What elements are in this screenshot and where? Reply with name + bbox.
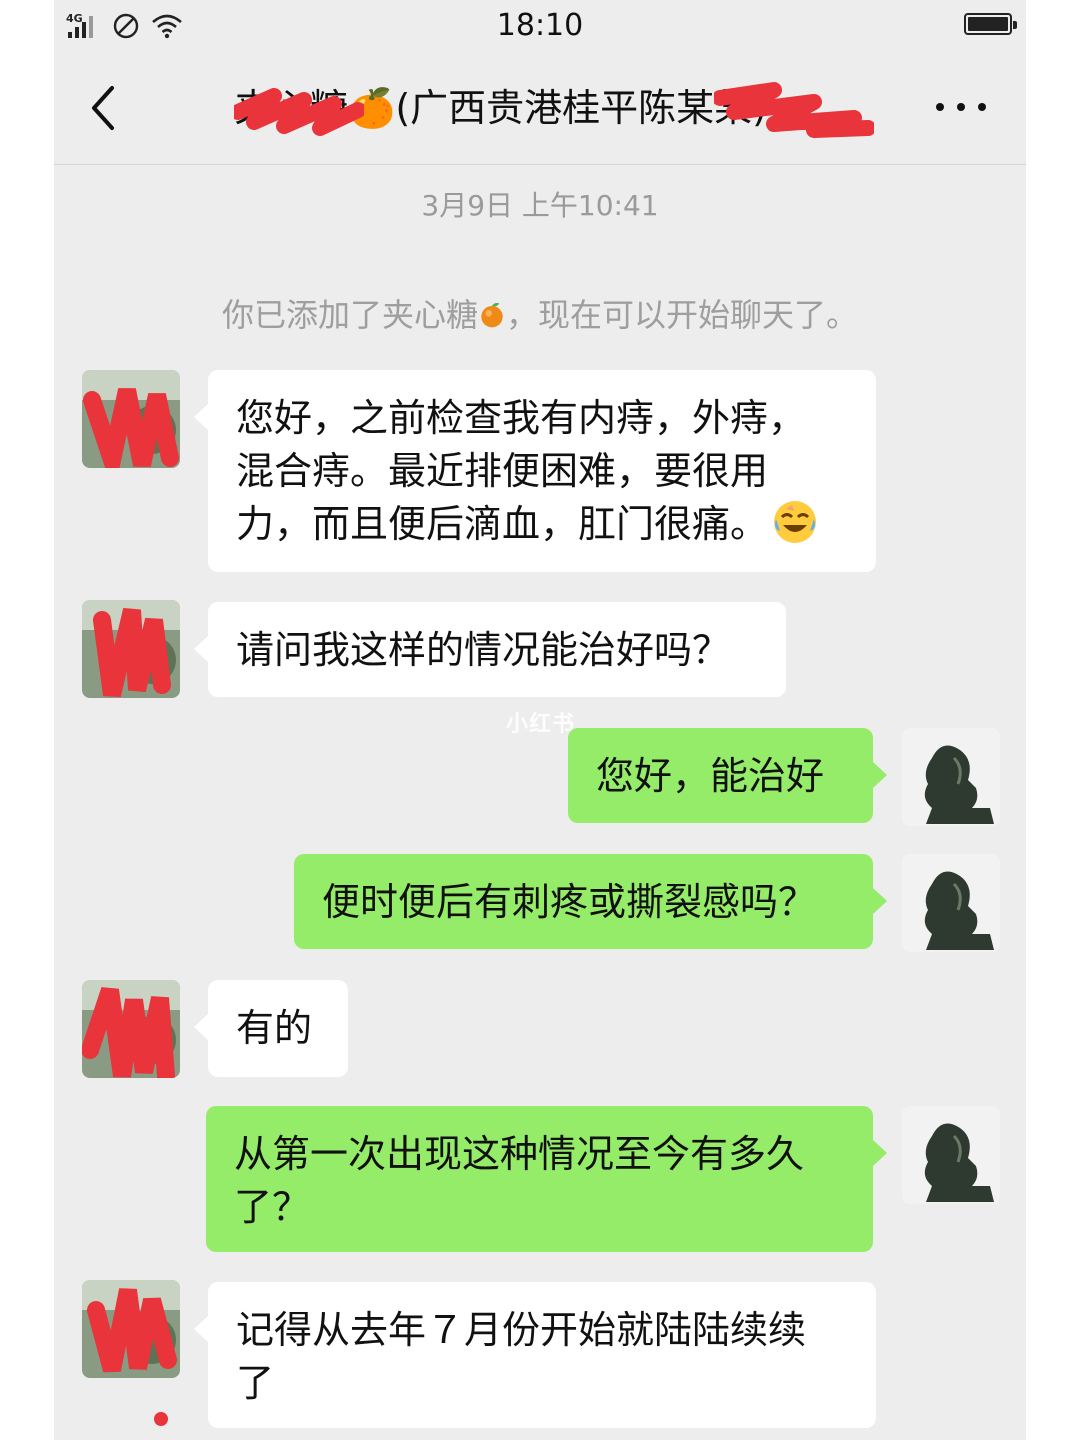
orange-emoji-icon <box>481 303 503 328</box>
message-line: 记得从去年７月份开始就陆陆续续 <box>236 1308 807 1352</box>
status-bar: 4G 18:10 <box>54 0 1026 52</box>
message-line: 力，而且便后滴血，肛门很痛。 <box>236 502 769 546</box>
crying-laughing-emoji-icon <box>774 501 817 543</box>
system-message-suffix: ，现在可以开始聊天了。 <box>506 296 859 334</box>
contact-avatar[interactable] <box>82 980 180 1078</box>
message-line: 混合痔。最近排便困难，要很用 <box>236 449 769 493</box>
message-line: 请问我这样的情况能治好吗？ <box>236 628 731 672</box>
redaction-scribble <box>714 82 874 138</box>
my-avatar[interactable] <box>902 854 1000 952</box>
message-line: 从第一次出现这种情况至今有多久 <box>234 1132 805 1176</box>
message-line: 了 <box>236 1361 275 1405</box>
battery-icon <box>964 13 1017 35</box>
message-bubble-sent[interactable]: 从第一次出现这种情况至今有多久 了？ <box>206 1106 887 1252</box>
chat-screen: 4G 18:10 夹心糖🍊(广西贵港桂平陈某某) 3月9日 上午10:41 你已… <box>54 0 1026 1440</box>
message-line: 您好，能治好 <box>596 754 825 798</box>
message-bubble-received[interactable]: 记得从去年７月份开始就陆陆续续 了 <box>194 1282 876 1428</box>
back-chevron-icon[interactable] <box>84 82 124 134</box>
contact-avatar[interactable] <box>82 1280 180 1378</box>
redaction-dot <box>154 1412 168 1426</box>
watermark: 小红书 <box>506 712 576 737</box>
my-avatar[interactable] <box>902 728 1000 826</box>
chat-title: 夹心糖🍊(广西贵港桂平陈某某) <box>234 78 874 138</box>
contact-avatar[interactable] <box>82 600 180 698</box>
redaction-scribble <box>234 88 364 136</box>
system-message-prefix: 你已添加了夹心糖 <box>221 296 478 334</box>
chat-timestamp: 3月9日 上午10:41 <box>421 189 659 222</box>
status-time: 18:10 <box>496 8 584 43</box>
message-bubble-received[interactable]: 请问我这样的情况能治好吗？ <box>194 602 786 697</box>
more-options-button[interactable] <box>936 92 986 122</box>
message-bubble-sent[interactable]: 您好，能治好 <box>568 728 887 823</box>
contact-avatar[interactable] <box>82 370 180 468</box>
message-line-with-emoji: 力，而且便后滴血，肛门很痛。 <box>236 498 848 551</box>
my-avatar[interactable] <box>902 1106 1000 1204</box>
message-bubble-received[interactable]: 您好，之前检查我有内痔，外痔， 混合痔。最近排便困难，要很用 力，而且便后滴血，… <box>194 370 876 572</box>
message-line: 了？ <box>234 1185 311 1229</box>
system-message: 你已添加了夹心糖 ，现在可以开始聊天了。 <box>54 290 1026 336</box>
message-line: 您好，之前检查我有内痔，外痔， <box>236 396 807 440</box>
message-line: 有的 <box>236 1006 313 1050</box>
nav-bar: 夹心糖🍊(广西贵港桂平陈某某) <box>54 52 1026 165</box>
message-line: 便时便后有刺疼或撕裂感吗？ <box>322 880 817 924</box>
message-bubble-received[interactable]: 有的 <box>194 980 348 1077</box>
message-bubble-sent[interactable]: 便时便后有刺疼或撕裂感吗？ <box>294 854 887 949</box>
